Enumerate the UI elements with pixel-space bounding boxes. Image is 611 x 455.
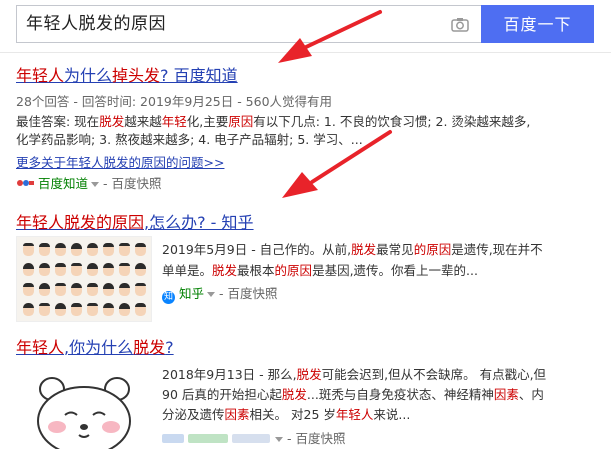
annotation-arrow-icon	[278, 10, 382, 63]
search-button[interactable]: 百度一下	[481, 5, 594, 43]
more-questions-link[interactable]: 更多关于年轻人脱发的原因的问题>>	[16, 154, 224, 172]
baidu-zhidao-logo-icon	[17, 180, 34, 186]
result-abstract-2: 2019年5月9日 - 自己作的。从前,脱发最常见的原因是遗传,现在并不 单单是…	[162, 242, 543, 278]
search-input[interactable]: 年轻人脱发的原因	[26, 14, 166, 34]
result-title-3[interactable]: 年轻人,你为什么脱发?	[16, 338, 174, 358]
dropdown-arrow-icon[interactable]	[207, 292, 216, 297]
dropdown-arrow-icon[interactable]	[91, 182, 100, 187]
result-meta-1: 28个回答 - 回答时间: 2019年9月25日 - 560人觉得有用	[16, 94, 333, 109]
cartoon-bear-thumbnail[interactable]	[17, 365, 151, 449]
result-title-2[interactable]: 年轻人脱发的原因,怎么办? - 知乎	[16, 213, 254, 233]
result-title-1[interactable]: 年轻人为什么掉头发? 百度知道	[16, 66, 238, 86]
camera-icon[interactable]	[450, 15, 470, 35]
annotation-arrow-icon	[282, 130, 392, 198]
result-source-3[interactable]: - 百度快照	[162, 430, 345, 448]
hairline-chart-thumbnail[interactable]	[16, 236, 152, 322]
result-abstract-3: 2018年9月13日 - 那么,脱发可能会迟到,但从不会缺席。 有点戳心,但 9…	[162, 367, 547, 422]
result-source-2[interactable]: 知知乎 - 百度快照	[162, 285, 278, 304]
blurred-source-site	[162, 432, 272, 444]
dropdown-arrow-icon[interactable]	[275, 437, 283, 442]
result-source-1[interactable]: 百度知道 - 百度快照	[16, 175, 162, 193]
zhihu-logo-icon: 知	[162, 291, 175, 304]
